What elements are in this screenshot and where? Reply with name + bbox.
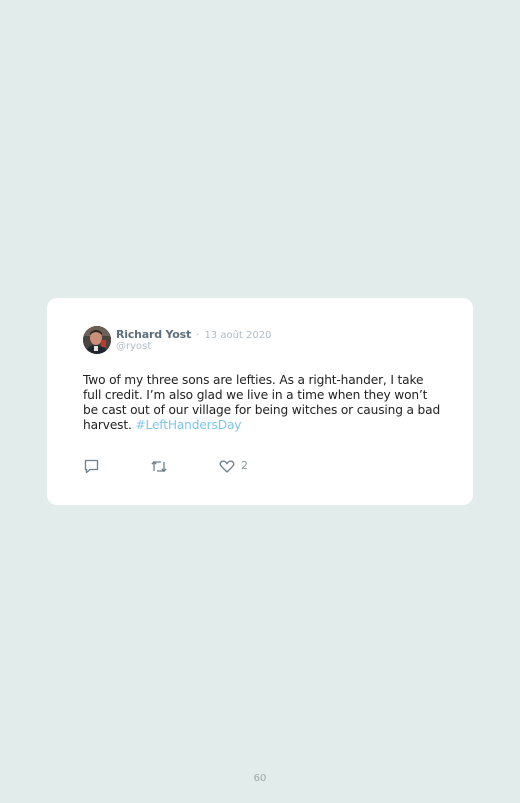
hashtag-link[interactable]: #LeftHandersDay: [135, 418, 241, 432]
tweet-card: Richard Yost · 13 août 2020 @ryost Two o…: [47, 298, 473, 505]
like-count: 2: [241, 459, 248, 472]
heart-icon[interactable]: [219, 458, 235, 476]
page-number: 60: [253, 773, 267, 784]
author-handle[interactable]: @ryost: [116, 341, 151, 353]
tweet-date[interactable]: 13 août 2020: [204, 330, 271, 341]
author-name[interactable]: Richard Yost: [116, 328, 191, 341]
retweet-icon[interactable]: [150, 458, 168, 476]
tweet-text: Two of my three sons are lefties. As a r…: [83, 373, 445, 433]
avatar[interactable]: [83, 326, 111, 354]
separator-dot: ·: [196, 330, 200, 341]
reply-icon[interactable]: [83, 458, 100, 476]
